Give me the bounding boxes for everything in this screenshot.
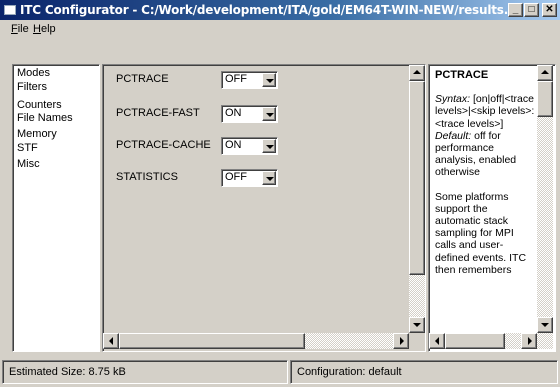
help-horizontal-scrollbar[interactable] [429,333,553,349]
option-label-pctrace-fast: PCTRACE-FAST [116,107,200,119]
arrow-up-icon [413,70,421,74]
window-title: ITC Configurator - C:/Work/development/I… [20,3,517,17]
category-misc[interactable]: Misc [15,158,40,171]
arrow-up-icon [541,70,549,74]
arrow-left-icon [435,337,439,345]
help-scroll-right-button[interactable] [521,333,537,349]
status-config-cell: Configuration: default [290,360,558,384]
category-counters[interactable]: Counters [15,99,62,112]
estimated-size: Estimated Size: 8.75 kB [9,366,126,378]
arrow-left-icon [109,337,113,345]
category-memory[interactable]: Memory [15,128,57,141]
category-list[interactable]: Modes Filters Counters File Names Memory… [12,64,100,352]
pctrace-select[interactable]: OFF [221,71,278,89]
scroll-thumb[interactable] [409,81,425,275]
chevron-down-icon[interactable] [262,171,276,185]
help-panel: PCTRACE Syntax: [on|off|<trace levels>|<… [428,64,556,352]
help-scroll-left-button[interactable] [429,333,445,349]
help-default: Default: off for performance analysis, e… [435,129,517,179]
options-vertical-scrollbar[interactable] [409,65,425,333]
title-bar[interactable]: ITC Configurator - C:/Work/development/I… [0,0,560,20]
close-button[interactable]: ✕ [542,3,557,17]
option-label-statistics: STATISTICS [116,171,178,183]
pctrace-fast-select[interactable]: ON [221,105,278,123]
minimize-icon: _ [512,4,519,15]
menu-file[interactable]: File [11,23,29,35]
arrow-down-icon [541,323,549,327]
minimize-button[interactable]: _ [508,3,523,17]
app-icon [4,5,16,15]
help-hscroll-thumb[interactable] [445,333,505,349]
arrow-right-icon [528,337,532,345]
scroll-down-button[interactable] [409,317,425,333]
options-panel: PCTRACE OFF PCTRACE-FAST ON PCTRACE-CACH… [102,64,426,352]
chevron-down-icon[interactable] [262,73,276,87]
pctrace-cache-select[interactable]: ON [221,137,278,155]
help-title: PCTRACE [435,69,489,81]
option-label-pctrace-cache: PCTRACE-CACHE [116,139,211,151]
maximize-icon: □ [528,4,535,15]
arrow-right-icon [400,337,404,345]
option-label-pctrace: PCTRACE [116,73,169,85]
menu-help[interactable]: Help [33,23,56,35]
options-horizontal-scrollbar[interactable] [103,333,409,349]
chevron-down-icon[interactable] [262,107,276,121]
help-scroll-up-button[interactable] [537,65,553,81]
help-scroll-down-button[interactable] [537,317,553,333]
arrow-down-icon [413,323,421,327]
options-body: PCTRACE OFF PCTRACE-FAST ON PCTRACE-CACH… [105,67,411,335]
status-bar: Estimated Size: 8.75 kB Configuration: d… [0,357,560,387]
configuration-status: Configuration: default [297,366,402,378]
help-scroll-thumb[interactable] [537,81,553,117]
category-stf[interactable]: STF [15,142,38,155]
help-paragraph: Some platforms support the automatic sta… [435,190,527,276]
hscroll-thumb[interactable] [119,333,305,349]
help-text: PCTRACE Syntax: [on|off|<trace levels>|<… [435,69,535,276]
category-filters[interactable]: Filters [15,81,47,94]
status-size-cell: Estimated Size: 8.75 kB [2,360,288,384]
category-file-names[interactable]: File Names [15,112,73,125]
chevron-down-icon[interactable] [262,139,276,153]
scroll-up-button[interactable] [409,65,425,81]
scroll-left-button[interactable] [103,333,119,349]
statistics-select[interactable]: OFF [221,169,278,187]
menu-bar: File Help [0,20,560,38]
maximize-button[interactable]: □ [524,3,539,17]
close-icon: ✕ [545,4,554,15]
help-syntax: Syntax: [on|off|<trace levels>|<skip lev… [435,93,535,130]
scroll-right-button[interactable] [393,333,409,349]
category-modes[interactable]: Modes [15,67,50,80]
help-vertical-scrollbar[interactable] [537,65,553,333]
